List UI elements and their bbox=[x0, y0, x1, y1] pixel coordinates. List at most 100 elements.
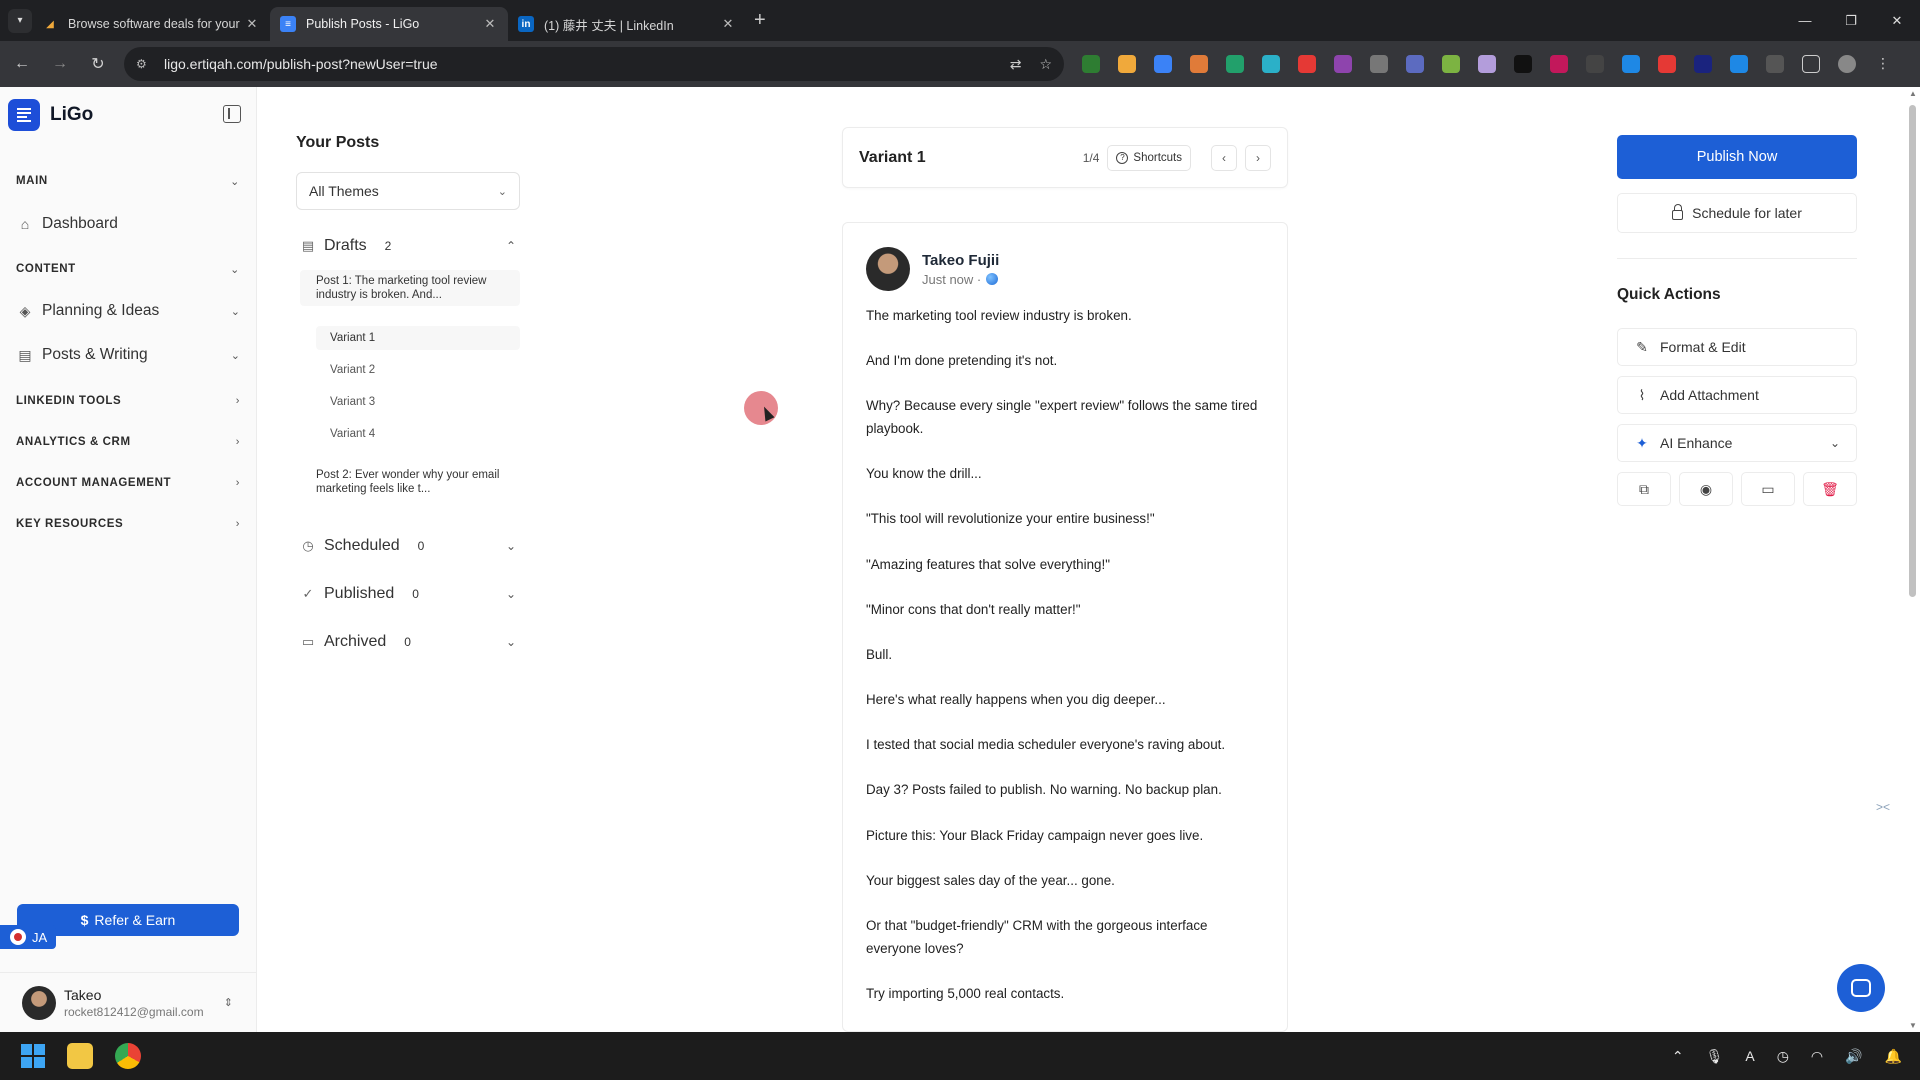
extension-icon[interactable] bbox=[1406, 55, 1424, 73]
bookmark-star-icon[interactable]: ☆ bbox=[1039, 56, 1052, 73]
draft-post-2[interactable]: Post 2: Ever wonder why your email marke… bbox=[300, 464, 520, 500]
sidebar-item-dashboard[interactable]: ⌂ Dashboard bbox=[16, 210, 240, 238]
extension-icon[interactable] bbox=[1262, 55, 1280, 73]
extension-icon[interactable] bbox=[1550, 55, 1568, 73]
windows-start-icon[interactable] bbox=[21, 1044, 45, 1068]
close-window-icon[interactable]: ✕ bbox=[1874, 0, 1920, 41]
browser-menu-icon[interactable]: ⋮ bbox=[1874, 55, 1892, 73]
close-tab-icon[interactable]: ✕ bbox=[244, 16, 260, 32]
extensions-puzzle-icon[interactable] bbox=[1802, 55, 1820, 73]
extension-icon[interactable] bbox=[1154, 55, 1172, 73]
archive-button[interactable]: ▭ bbox=[1741, 472, 1795, 506]
extension-icon[interactable] bbox=[1478, 55, 1496, 73]
browser-tab-linkedin[interactable]: in (1) 藤井 丈夫 | LinkedIn ✕ bbox=[508, 7, 746, 41]
prev-variant-button[interactable]: ‹ bbox=[1211, 144, 1237, 171]
section-main[interactable]: MAIN ⌄ bbox=[16, 171, 240, 191]
collapse-widget-icon[interactable]: >< bbox=[1876, 800, 1896, 822]
extension-icon[interactable] bbox=[1730, 55, 1748, 73]
extension-icon[interactable] bbox=[1118, 55, 1136, 73]
profile-icon[interactable] bbox=[1838, 55, 1856, 73]
schedule-later-button[interactable]: Schedule for later bbox=[1617, 193, 1857, 233]
post-line: Try importing 5,000 real contacts. bbox=[866, 985, 1065, 1001]
preview-button[interactable]: ◉ bbox=[1679, 472, 1733, 506]
close-tab-icon[interactable]: ✕ bbox=[720, 16, 736, 32]
extension-icon[interactable] bbox=[1190, 55, 1208, 73]
chat-support-button[interactable] bbox=[1837, 964, 1885, 1012]
chrome-icon[interactable] bbox=[115, 1043, 141, 1069]
section-analytics[interactable]: ANALYTICS & CRM › bbox=[16, 432, 240, 452]
sidebar-item-posts[interactable]: ▤ Posts & Writing ⌄ bbox=[16, 341, 240, 369]
post-preview-card[interactable]: Takeo Fujii Just now · The marketing too… bbox=[842, 222, 1288, 1032]
section-linkedin-tools[interactable]: LINKEDIN TOOLS › bbox=[16, 391, 240, 411]
extension-icon[interactable] bbox=[1622, 55, 1640, 73]
variant-item-1[interactable]: Variant 1 bbox=[316, 326, 520, 350]
wifi-icon[interactable]: ◠ bbox=[1811, 1048, 1823, 1065]
add-attachment-button[interactable]: ⌇ Add Attachment bbox=[1617, 376, 1857, 414]
reload-icon[interactable]: ↻ bbox=[82, 48, 114, 80]
input-method-icon[interactable]: A bbox=[1745, 1048, 1754, 1064]
chevron-down-icon: ⌄ bbox=[230, 263, 240, 276]
post-body[interactable]: The marketing tool review industry is br… bbox=[866, 305, 1264, 1005]
extension-icon[interactable] bbox=[1586, 55, 1604, 73]
extension-icon[interactable] bbox=[1442, 55, 1460, 73]
extension-icon[interactable] bbox=[1226, 55, 1244, 73]
shortcuts-button[interactable]: ? Shortcuts bbox=[1107, 144, 1191, 171]
minimize-icon[interactable]: — bbox=[1782, 0, 1828, 41]
group-published[interactable]: ✓ Published 0 ⌄ bbox=[300, 581, 516, 607]
chevron-down-icon: ⌄ bbox=[230, 305, 240, 318]
variant-item-2[interactable]: Variant 2 bbox=[316, 358, 520, 382]
extension-icon[interactable] bbox=[1514, 55, 1532, 73]
address-bar[interactable]: ⚙ ligo.ertiqah.com/publish-post?newUser=… bbox=[124, 47, 1064, 81]
publish-now-button[interactable]: Publish Now bbox=[1617, 135, 1857, 179]
section-account[interactable]: ACCOUNT MANAGEMENT › bbox=[16, 473, 240, 493]
delete-button[interactable]: 🗑 bbox=[1803, 472, 1857, 506]
layers-icon: ◈ bbox=[19, 302, 31, 319]
format-edit-button[interactable]: ✎ Format & Edit bbox=[1617, 328, 1857, 366]
clock-icon[interactable]: ◷ bbox=[1777, 1048, 1789, 1065]
group-drafts[interactable]: ▤ Drafts 2 ⌃ bbox=[300, 233, 516, 259]
draft-post-1[interactable]: Post 1: The marketing tool review indust… bbox=[300, 270, 520, 306]
duplicate-button[interactable]: ⧉ bbox=[1617, 472, 1671, 506]
site-info-icon[interactable]: ⚙ bbox=[136, 57, 154, 71]
theme-select[interactable]: All Themes ⌄ bbox=[296, 172, 520, 210]
next-variant-button[interactable]: › bbox=[1245, 144, 1271, 171]
browser-tab-deals[interactable]: ◢ Browse software deals for your ✕ bbox=[32, 7, 270, 41]
section-resources[interactable]: KEY RESOURCES › bbox=[16, 514, 240, 534]
extension-icon[interactable] bbox=[1334, 55, 1352, 73]
microphone-icon[interactable] bbox=[1370, 55, 1388, 73]
browser-tab-ligo[interactable]: ≡ Publish Posts - LiGo ✕ bbox=[270, 7, 508, 41]
language-switcher[interactable]: JA bbox=[0, 925, 56, 949]
extension-icon[interactable] bbox=[1298, 55, 1316, 73]
ai-enhance-button[interactable]: ✦ AI Enhance ⌄ bbox=[1617, 424, 1857, 462]
group-archived[interactable]: ▭ Archived 0 ⌄ bbox=[300, 629, 516, 655]
collapse-sidebar-icon[interactable] bbox=[223, 105, 241, 123]
notification-bell-icon[interactable]: 🔔 bbox=[1885, 1048, 1902, 1065]
shortcuts-label: Shortcuts bbox=[1133, 151, 1182, 164]
extension-icon[interactable] bbox=[1694, 55, 1712, 73]
new-tab-button[interactable]: + bbox=[754, 9, 766, 32]
volume-icon[interactable]: 🔊 bbox=[1845, 1048, 1862, 1065]
sidebar-item-planning[interactable]: ◈ Planning & Ideas ⌄ bbox=[16, 297, 240, 325]
user-menu[interactable]: Takeo rocket812412@gmail.com ⇕ bbox=[0, 972, 257, 1032]
extension-icon[interactable] bbox=[1082, 55, 1100, 73]
microphone-icon[interactable]: 🎙 bbox=[1706, 1048, 1724, 1065]
file-explorer-icon[interactable] bbox=[67, 1043, 93, 1069]
page-scrollbar[interactable]: ▲ ▼ bbox=[1906, 87, 1920, 1032]
back-icon[interactable]: ← bbox=[6, 48, 38, 80]
restore-icon[interactable]: ❐ bbox=[1828, 0, 1874, 41]
variant-item-3[interactable]: Variant 3 bbox=[316, 390, 520, 414]
section-content[interactable]: CONTENT ⌄ bbox=[16, 259, 240, 279]
scrollbar-thumb[interactable] bbox=[1909, 105, 1916, 597]
variant-item-4[interactable]: Variant 4 bbox=[316, 422, 520, 446]
brand[interactable]: LiGo bbox=[8, 99, 93, 131]
extension-icon[interactable] bbox=[1766, 55, 1784, 73]
close-tab-icon[interactable]: ✕ bbox=[482, 16, 498, 32]
group-scheduled[interactable]: ◷ Scheduled 0 ⌄ bbox=[300, 533, 516, 559]
forward-icon[interactable]: → bbox=[44, 48, 76, 80]
youtube-icon[interactable] bbox=[1658, 55, 1676, 73]
translate-icon[interactable]: ⇄ bbox=[1010, 56, 1022, 73]
scroll-up-icon[interactable]: ▲ bbox=[1909, 89, 1917, 98]
scroll-down-icon[interactable]: ▼ bbox=[1909, 1021, 1917, 1030]
tray-chevron-up-icon[interactable]: ⌃ bbox=[1672, 1048, 1684, 1065]
tab-search-button[interactable]: ▾ bbox=[8, 8, 32, 33]
